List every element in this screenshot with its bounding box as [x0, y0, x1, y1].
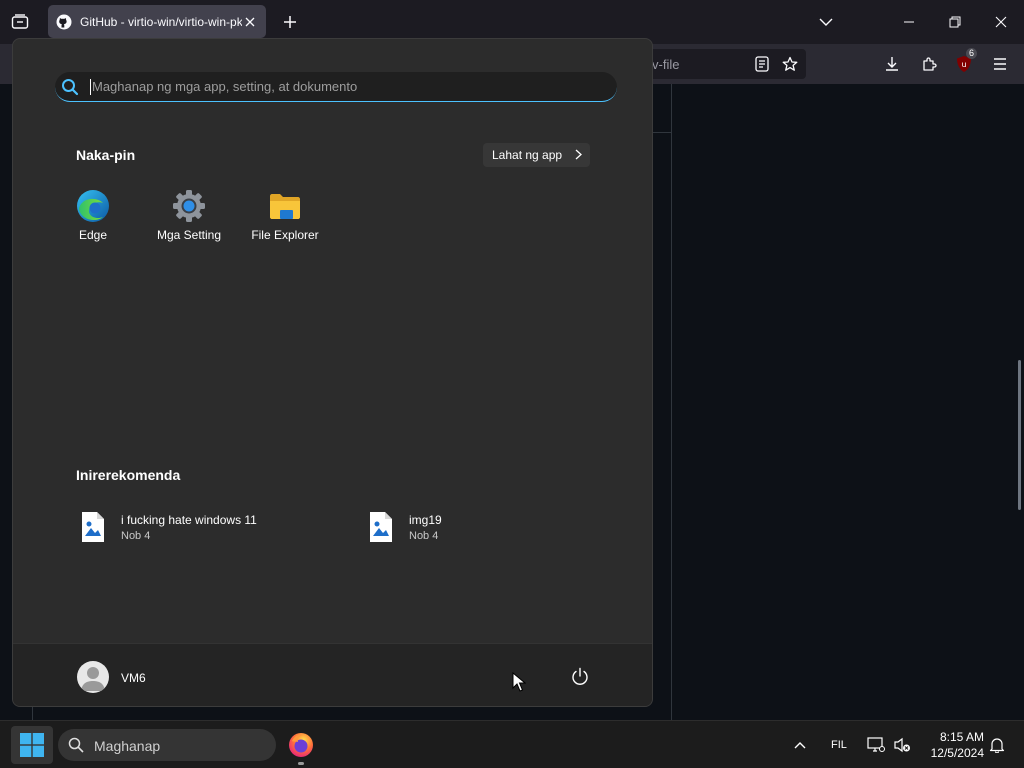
chevron-up-icon: [794, 742, 806, 749]
bell-icon: [989, 738, 1005, 753]
image-file-icon: [82, 512, 104, 542]
tab-list-button[interactable]: [8, 10, 32, 34]
bookmark-star-button[interactable]: [778, 52, 802, 76]
close-window-button[interactable]: [987, 8, 1015, 36]
chevron-right-icon: [575, 149, 582, 160]
divider: [653, 132, 671, 133]
network-status-button[interactable]: [864, 733, 888, 757]
taskbar-search-box[interactable]: Maghanap: [58, 729, 276, 761]
recommended-item[interactable]: i fucking hate windows 11 Nob 4: [81, 509, 257, 545]
image-file-icon: [370, 512, 392, 542]
recommended-item-name: i fucking hate windows 11: [121, 512, 257, 527]
clock-date: 12/5/2024: [930, 746, 984, 760]
scrollbar-thumb[interactable]: [1018, 360, 1021, 510]
network-monitor-icon: [867, 737, 885, 752]
extension-badge: 6: [966, 48, 978, 59]
firefox-icon[interactable]: [288, 732, 314, 758]
user-avatar[interactable]: [77, 661, 109, 693]
app-menu-button[interactable]: [988, 52, 1012, 76]
list-all-tabs-button[interactable]: [812, 8, 840, 36]
ublock-origin-button[interactable]: u 6: [952, 48, 978, 76]
windows-logo-icon: [20, 733, 44, 757]
search-icon: [68, 737, 84, 753]
speaker-muted-icon: [894, 737, 910, 753]
start-button[interactable]: [11, 726, 53, 764]
restore-button[interactable]: [941, 8, 969, 36]
pinned-app-label: File Explorer: [251, 228, 319, 242]
clock-time: 8:15 AM: [939, 730, 984, 744]
pinned-app-settings[interactable]: Mga Setting: [141, 189, 237, 253]
download-icon: [886, 57, 898, 71]
user-name[interactable]: VM6: [121, 671, 146, 685]
svg-text:u: u: [961, 60, 966, 69]
new-tab-button[interactable]: [279, 11, 301, 33]
start-search-input[interactable]: Maghanap ng mga app, setting, at dokumen…: [55, 72, 617, 102]
chevron-down-icon: [819, 18, 833, 26]
recommended-item-date: Nob 4: [409, 529, 439, 542]
url-text: v-file: [652, 57, 680, 72]
divider: [671, 84, 672, 720]
hamburger-menu-icon: [994, 58, 1006, 70]
pinned-heading: Naka-pin: [76, 147, 136, 163]
edge-icon: [77, 190, 109, 222]
text-caret: [90, 79, 91, 95]
pinned-app-label: Mga Setting: [156, 228, 222, 242]
recommended-item-name: img19: [409, 512, 442, 527]
power-button[interactable]: [569, 666, 591, 688]
input-language-indicator[interactable]: FIL: [831, 739, 847, 751]
restore-icon: [949, 16, 961, 28]
reader-view-button[interactable]: [750, 52, 774, 76]
close-icon: [995, 16, 1007, 28]
folder-icon: [270, 194, 300, 219]
all-apps-button[interactable]: Lahat ng app: [483, 143, 590, 167]
reader-view-icon: [755, 56, 769, 72]
plus-icon: [284, 16, 296, 28]
taskbar-clock[interactable]: 8:15 AM 12/5/2024: [920, 729, 984, 761]
close-icon: [245, 17, 255, 26]
puzzle-icon: [923, 57, 937, 71]
star-icon: [782, 56, 798, 71]
browser-tab-github[interactable]: GitHub - virtio-win/virtio-win-pkg-scrip…: [48, 5, 266, 38]
power-icon: [572, 667, 588, 685]
downloads-button[interactable]: [880, 52, 904, 76]
pinned-app-edge[interactable]: Edge: [45, 189, 141, 253]
tab-list-icon: [11, 14, 29, 29]
volume-button[interactable]: [890, 733, 914, 757]
minimize-icon: [904, 21, 914, 23]
pinned-app-label: Edge: [78, 228, 108, 242]
recommended-heading: Inirerekomenda: [76, 467, 181, 483]
running-app-indicator: [298, 762, 304, 765]
start-menu: Maghanap ng mga app, setting, at dokumen…: [12, 38, 653, 707]
user-silhouette-icon: [81, 667, 105, 691]
search-placeholder: Maghanap ng mga app, setting, at dokumen…: [92, 79, 358, 94]
github-icon: [56, 14, 72, 29]
mouse-cursor-icon: [512, 672, 526, 692]
pinned-app-file-explorer[interactable]: File Explorer: [237, 189, 333, 253]
recommended-item-date: Nob 4: [121, 529, 151, 542]
taskbar: Maghanap FIL 8:15 AM 12/5/2024: [0, 720, 1024, 768]
start-menu-footer: VM6: [13, 643, 652, 706]
all-apps-label: Lahat ng app: [492, 148, 563, 162]
tab-title: GitHub - virtio-win/virtio-win-pkg-scrip…: [80, 14, 242, 29]
search-icon: [62, 79, 79, 96]
extensions-button[interactable]: [917, 52, 941, 76]
show-hidden-icons-button[interactable]: [788, 733, 812, 757]
minimize-button[interactable]: [895, 8, 923, 36]
recommended-item[interactable]: img19 Nob 4: [369, 509, 442, 545]
taskbar-search-label: Maghanap: [94, 738, 161, 754]
notifications-button[interactable]: [985, 733, 1009, 757]
tab-close-button[interactable]: [242, 14, 258, 30]
settings-gear-icon: [173, 190, 205, 222]
